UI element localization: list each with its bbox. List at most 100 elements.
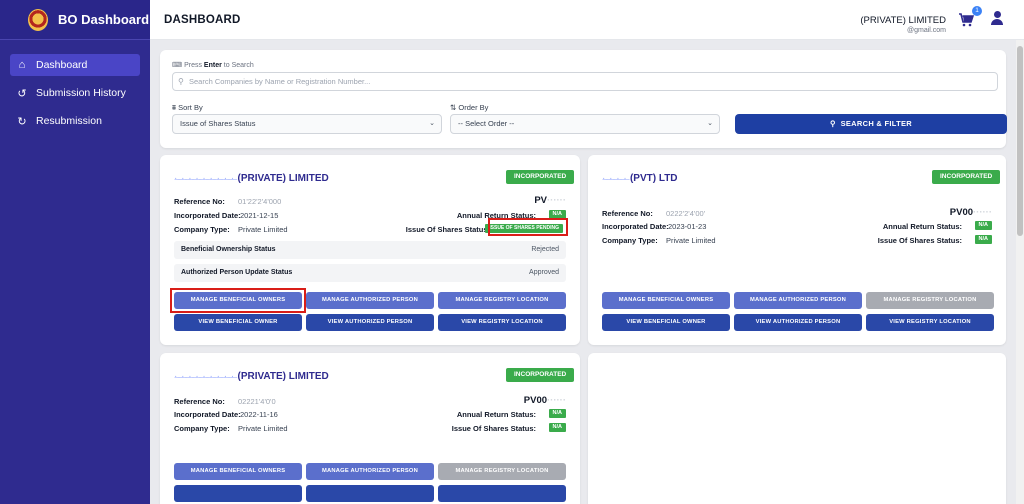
- highlight-box: [488, 218, 568, 236]
- hint-prefix: Press: [184, 62, 202, 69]
- incorporated-value: 2023-01-23: [668, 222, 707, 231]
- scrollbar[interactable]: [1016, 40, 1024, 504]
- incorporated-badge: INCORPORATED: [506, 170, 575, 184]
- search-hint: ⌨ Press Enter to Search: [172, 61, 254, 69]
- search-input[interactable]: ⚲ Search Companies by Name or Registrati…: [172, 72, 998, 91]
- view-beneficial-owner-button[interactable]: VIEW BENEFICIAL OWNER: [602, 314, 730, 331]
- company-name-redacted: ·̶ ̶·̶ ̶·̶ ̶·̶ ̶·̶ ̶·̶ ̶·̶ ̶·̶ ̶·̶: [174, 371, 235, 382]
- company-type-value: Private Limited: [238, 225, 288, 234]
- view-registry-location-button[interactable]: [438, 485, 566, 502]
- brand-title: BO Dashboard: [58, 12, 150, 27]
- company-name-redacted: ·̶ ̶·̶ ̶·̶ ̶·̶ ̶·̶ ̶·̶ ̶·̶ ̶·̶ ̶·̶: [174, 173, 235, 184]
- sidebar-item-label: Submission History: [36, 87, 126, 99]
- reference-label: Reference No:: [602, 209, 653, 218]
- incorporated-value: 2021-12-15: [240, 211, 279, 220]
- user-icon[interactable]: [990, 11, 1004, 27]
- keyboard-icon: ⌨: [172, 62, 183, 69]
- annual-return-badge: N/A: [974, 221, 992, 230]
- search-panel: ⌨ Press Enter to Search ⚲ Search Compani…: [160, 50, 1007, 148]
- company-title[interactable]: ·̶ ̶·̶ ̶·̶ ̶·̶ (PVT) LTD: [602, 173, 678, 184]
- company-card: ·̶ ̶·̶ ̶·̶ ̶·̶ ̶·̶ ̶·̶ ̶·̶ ̶·̶ ̶·̶ (PRIV…: [160, 353, 580, 504]
- view-registry-location-button[interactable]: VIEW REGISTRY LOCATION: [866, 314, 994, 331]
- scrollbar-thumb[interactable]: [1017, 46, 1023, 236]
- company-type-label: Company Type:: [174, 225, 230, 234]
- reference-value: 01'22'2'4'000: [238, 197, 282, 206]
- manage-authorized-person-button[interactable]: MANAGE AUTHORIZED PERSON: [306, 292, 434, 309]
- manage-beneficial-owners-button[interactable]: MANAGE BENEFICIAL OWNERS: [602, 292, 730, 309]
- registration-number: PV00······: [949, 207, 992, 218]
- manage-registry-location-button[interactable]: MANAGE REGISTRY LOCATION: [438, 463, 566, 480]
- company-type-label: Company Type:: [174, 424, 230, 433]
- authorized-person-status-row: Authorized Person Update Status Approved: [174, 264, 566, 282]
- sidebar-nav: ⌂ Dashboard ↺ Submission History ↻ Resub…: [0, 40, 150, 132]
- view-beneficial-owner-button[interactable]: VIEW BENEFICIAL OWNER: [174, 314, 302, 331]
- sort-by-value: Issue of Shares Status: [180, 119, 256, 128]
- manage-beneficial-owners-button[interactable]: MANAGE BENEFICIAL OWNERS: [174, 463, 302, 480]
- incorporated-label: Incorporated Date:: [174, 410, 241, 419]
- brand[interactable]: BO Dashboard: [0, 0, 150, 40]
- chevron-down-icon: ⌄: [707, 120, 713, 127]
- manage-registry-location-button[interactable]: MANAGE REGISTRY LOCATION: [438, 292, 566, 309]
- company-card: ·̶ ̶·̶ ̶·̶ ̶·̶ ̶·̶ ̶·̶ ̶·̶ ̶·̶ ̶·̶ (PRIV…: [160, 155, 580, 345]
- company-name-redacted: ·̶ ̶·̶ ̶·̶ ̶·̶: [602, 173, 628, 184]
- reference-value: 02221'4'0'0: [238, 397, 276, 406]
- cart-icon[interactable]: [958, 12, 975, 28]
- order-by-label: ⇅ Order By: [450, 103, 489, 112]
- company-type-value: Private Limited: [238, 424, 288, 433]
- incorporated-label: Incorporated Date:: [174, 211, 241, 220]
- sidebar-item-dashboard[interactable]: ⌂ Dashboard: [10, 54, 140, 76]
- company-card: ·̶ ̶·̶ ̶·̶ ̶·̶ (PVT) LTD INCORPORATED Re…: [588, 155, 1006, 345]
- sort-icon: ⇅: [450, 103, 457, 112]
- company-title[interactable]: ·̶ ̶·̶ ̶·̶ ̶·̶ ̶·̶ ̶·̶ ̶·̶ ̶·̶ ̶·̶ (PRIV…: [174, 371, 329, 382]
- manage-authorized-person-button[interactable]: MANAGE AUTHORIZED PERSON: [734, 292, 862, 309]
- company-type-label: Company Type:: [602, 236, 658, 245]
- manage-authorized-person-button[interactable]: MANAGE AUTHORIZED PERSON: [306, 463, 434, 480]
- company-email: @gmail.com: [906, 27, 946, 34]
- reference-label: Reference No:: [174, 397, 225, 406]
- chevron-down-icon: ⌄: [429, 120, 435, 127]
- search-icon: ⚲: [178, 77, 184, 86]
- view-authorized-person-button[interactable]: VIEW AUTHORIZED PERSON: [734, 314, 862, 331]
- order-by-value: -- Select Order --: [458, 119, 515, 128]
- cart-count-badge: 1: [972, 6, 982, 16]
- authorized-status-label: Authorized Person Update Status: [181, 269, 293, 276]
- topbar: DASHBOARD (PRIVATE) LIMITED @gmail.com 1: [150, 0, 1024, 40]
- main-content: ⌨ Press Enter to Search ⚲ Search Compani…: [150, 40, 1016, 504]
- company-name: (PRIVATE) LIMITED: [860, 15, 946, 26]
- page-title: DASHBOARD: [164, 14, 241, 26]
- issue-shares-badge: N/A: [974, 235, 992, 244]
- sidebar-item-label: Dashboard: [36, 59, 88, 71]
- order-by-select[interactable]: -- Select Order -- ⌄: [450, 114, 720, 134]
- view-authorized-person-button[interactable]: [306, 485, 434, 502]
- search-filter-button[interactable]: ⚲ SEARCH & FILTER: [735, 114, 1007, 134]
- issue-shares-badge: N/A: [548, 423, 566, 432]
- hint-suffix: to Search: [223, 62, 254, 69]
- sort-by-label: ⩩ Sort By: [172, 103, 203, 112]
- view-authorized-person-button[interactable]: VIEW AUTHORIZED PERSON: [306, 314, 434, 331]
- view-beneficial-owner-button[interactable]: [174, 485, 302, 502]
- home-icon: ⌂: [18, 59, 26, 71]
- sidebar-item-resubmission[interactable]: ↻ Resubmission: [10, 110, 140, 132]
- beneficial-status-value: Rejected: [531, 246, 559, 253]
- filter-icon: ⩩: [172, 103, 177, 112]
- empty-card: [588, 353, 1006, 504]
- annual-return-label: Annual Return Status:: [456, 410, 536, 419]
- reference-label: Reference No:: [174, 197, 225, 206]
- refresh-icon: ↻: [17, 115, 27, 128]
- issue-shares-label: Issue Of Shares Status:: [405, 225, 490, 234]
- company-title[interactable]: ·̶ ̶·̶ ̶·̶ ̶·̶ ̶·̶ ̶·̶ ̶·̶ ̶·̶ ̶·̶ (PRIV…: [174, 173, 329, 184]
- registration-number: PV00······: [523, 395, 566, 406]
- incorporated-value: 2022-11-16: [240, 410, 278, 419]
- beneficial-ownership-status-row: Beneficial Ownership Status Rejected: [174, 241, 566, 259]
- sidebar-item-label: Resubmission: [36, 115, 102, 127]
- history-icon: ↺: [17, 87, 27, 100]
- company-name-suffix: (PVT) LTD: [629, 173, 678, 184]
- manage-registry-location-button[interactable]: MANAGE REGISTRY LOCATION: [866, 292, 994, 309]
- view-registry-location-button[interactable]: VIEW REGISTRY LOCATION: [438, 314, 566, 331]
- registration-number: PV······: [534, 195, 566, 206]
- issue-shares-label: Issue Of Shares Status:: [451, 424, 536, 433]
- sidebar-item-submission-history[interactable]: ↺ Submission History: [10, 82, 140, 104]
- search-placeholder: Search Companies by Name or Registration…: [189, 77, 371, 86]
- sort-by-select[interactable]: Issue of Shares Status ⌄: [172, 114, 442, 134]
- app-root: BO Dashboard ⌂ Dashboard ↺ Submission Hi…: [0, 0, 1024, 504]
